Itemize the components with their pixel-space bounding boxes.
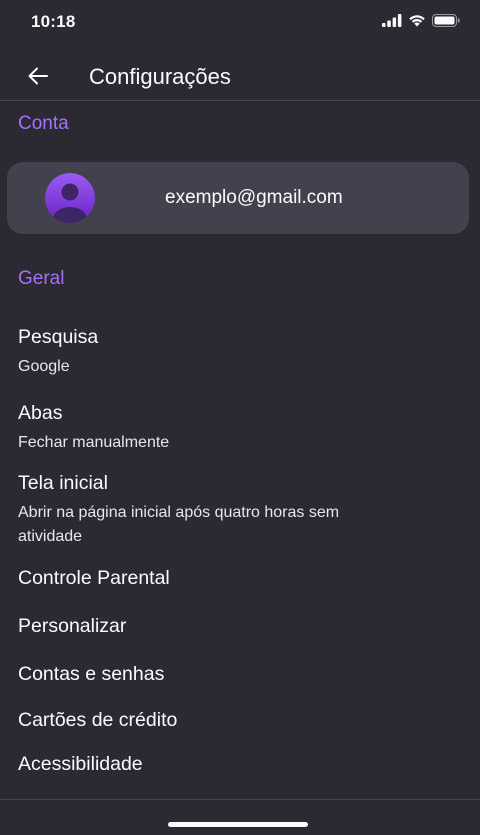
setting-subtitle: Google [18,358,70,375]
setting-subtitle: Fechar manualmente [18,434,170,451]
setting-item-credit-cards[interactable]: Cartões de crédito [0,709,480,741]
home-indicator[interactable] [168,822,308,827]
setting-title: Abas [18,402,63,424]
status-time: 10:18 [31,12,76,31]
page-title: Configurações [89,64,231,89]
app-bar: Configurações [0,52,480,101]
wifi-icon [408,14,426,27]
section-header-account: Conta [18,113,69,134]
user-avatar-icon [45,173,95,223]
account-card[interactable]: exemplo@gmail.com [7,162,469,234]
signal-icon [382,14,402,27]
setting-item-customize[interactable]: Personalizar [0,615,480,647]
setting-subtitle: Abrir na página inicial após quatro hora… [18,504,340,545]
setting-title: Cartões de crédito [18,709,178,731]
setting-item-accounts-passwords[interactable]: Contas e senhas [0,663,480,695]
setting-item-homepage[interactable]: Tela inicial Abrir na página inicial apó… [0,472,480,552]
account-email: exemplo@gmail.com [165,187,343,208]
setting-title: Acessibilidade [18,753,143,775]
status-icons [382,14,460,27]
setting-item-tabs[interactable]: Abas Fechar manualmente [0,402,480,458]
setting-title: Controle Parental [18,567,170,589]
setting-item-accessibility[interactable]: Acessibilidade [0,753,480,785]
bottom-divider [0,799,480,800]
setting-title: Pesquisa [18,326,99,348]
status-bar: 10:18 [0,0,480,44]
setting-item-search[interactable]: Pesquisa Google [0,326,480,382]
setting-title: Tela inicial [18,472,108,494]
setting-title: Contas e senhas [18,663,165,685]
section-header-general: Geral [18,268,65,289]
setting-item-parental-control[interactable]: Controle Parental [0,567,480,599]
arrow-left-icon [28,67,48,90]
battery-icon [432,14,460,27]
back-button[interactable] [20,60,56,96]
setting-title: Personalizar [18,615,127,637]
